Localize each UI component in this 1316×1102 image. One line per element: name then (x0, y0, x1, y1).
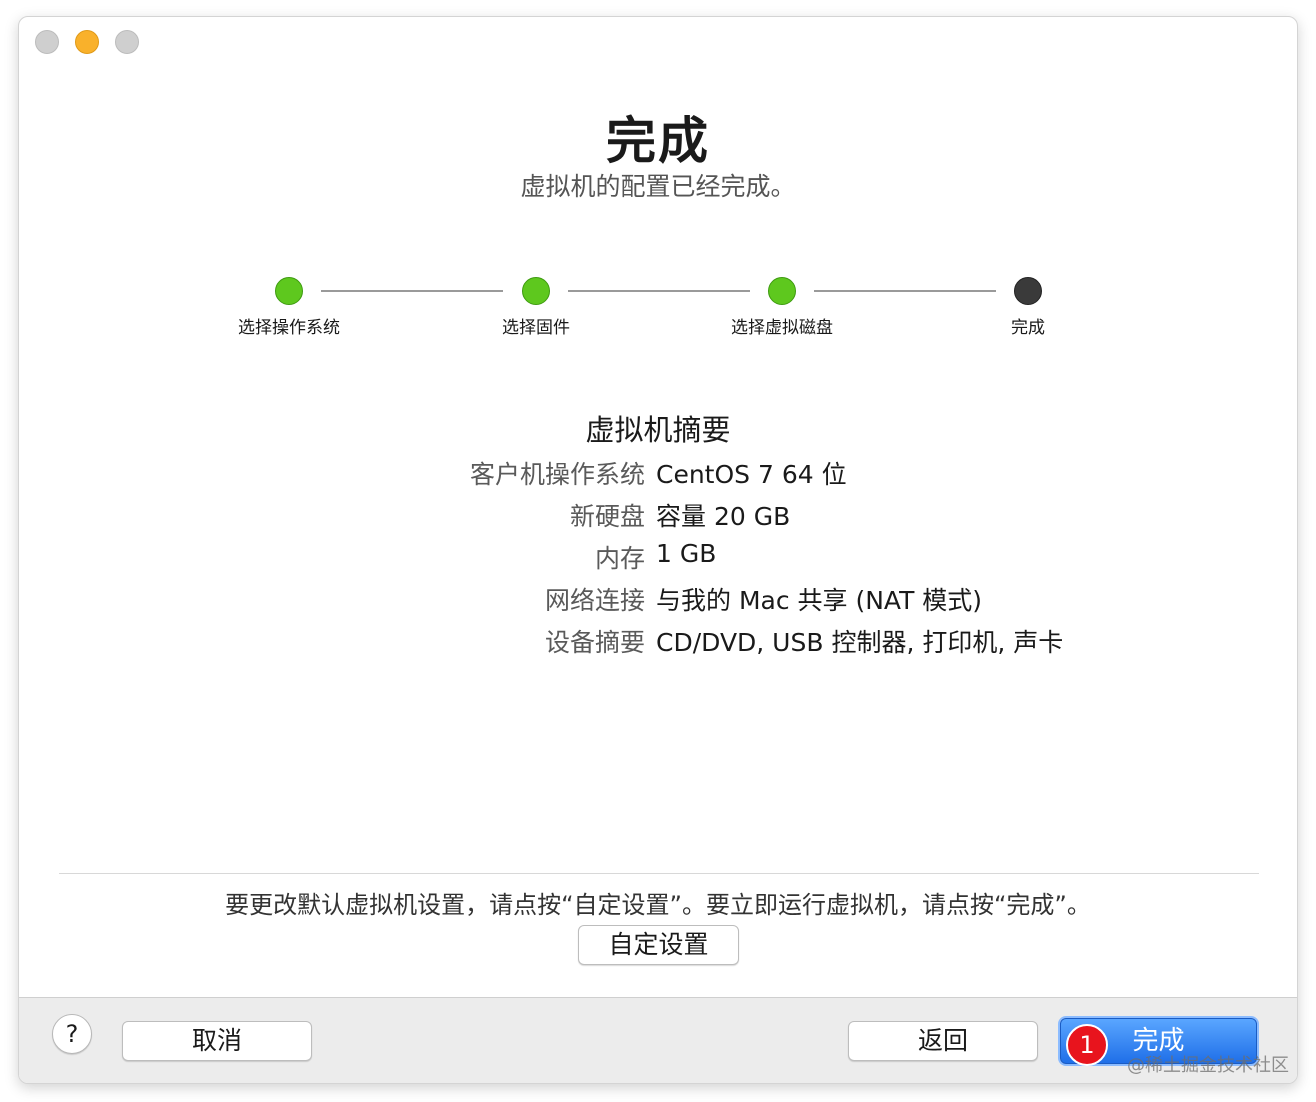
step-done-indicator (522, 277, 550, 305)
step-done-indicator (768, 277, 796, 305)
step-label: 选择操作系统 (238, 318, 340, 338)
dialog-window: 完成 虚拟机的配置已经完成。 选择操作系统 选择固件 选择虚拟磁盘 完成 虚拟机… (18, 16, 1298, 1084)
summary-key: 新硬盘 (569, 502, 645, 531)
annotation-badge: 1 (1066, 1024, 1108, 1066)
help-button[interactable]: ? (52, 1014, 92, 1054)
window-minimize-button[interactable] (75, 30, 99, 54)
summary-value: CD/DVD, USB 控制器, 打印机, 声卡 (656, 628, 1064, 657)
step-done-indicator (275, 277, 303, 305)
customize-settings-button[interactable]: 自定设置 (578, 925, 739, 965)
footer-bar: ? 取消 返回 完成 1 @稀土掘金技术社区 (19, 997, 1297, 1083)
summary-key: 内存 (594, 544, 645, 573)
step-label: 选择固件 (502, 318, 570, 338)
window-zoom-button[interactable] (115, 30, 139, 54)
summary-key: 设备摘要 (544, 628, 645, 657)
step-label: 完成 (1011, 318, 1045, 338)
summary-title: 虚拟机摘要 (585, 413, 731, 447)
watermark: @稀土掘金技术社区 (1127, 1055, 1289, 1076)
summary-row-devices: 设备摘要 CD/DVD, USB 控制器, 打印机, 声卡 (19, 623, 1297, 663)
step-select-os: 选择操作系统 (189, 275, 389, 338)
summary-value: CentOS 7 64 位 (656, 460, 847, 489)
summary-value: 1 GB (656, 539, 717, 568)
back-button[interactable]: 返回 (848, 1021, 1038, 1061)
step-current-indicator (1014, 277, 1042, 305)
summary-value: 与我的 Mac 共享 (NAT 模式) (656, 586, 983, 615)
divider (59, 873, 1259, 874)
summary-key: 客户机操作系统 (469, 460, 645, 489)
page-subtitle: 虚拟机的配置已经完成。 (520, 172, 796, 201)
wizard-stepper: 选择操作系统 选择固件 选择虚拟磁盘 完成 (19, 275, 1297, 355)
summary-row-guest-os: 客户机操作系统 CentOS 7 64 位 (19, 455, 1297, 495)
hint-text: 要更改默认虚拟机设置，请点按“自定设置”。要立即运行虚拟机，请点按“完成”。 (225, 891, 1091, 919)
summary-value: 容量 20 GB (656, 502, 791, 531)
step-finish: 完成 (928, 275, 1128, 338)
cancel-button[interactable]: 取消 (122, 1021, 312, 1061)
summary-row-network: 网络连接 与我的 Mac 共享 (NAT 模式) (19, 581, 1297, 621)
summary-row-disk: 新硬盘 容量 20 GB (19, 497, 1297, 537)
page-title: 完成 (606, 112, 710, 170)
step-select-firmware: 选择固件 (436, 275, 636, 338)
window-close-button[interactable] (35, 30, 59, 54)
step-select-disk: 选择虚拟磁盘 (682, 275, 882, 338)
summary-row-memory: 内存 1 GB (19, 539, 1297, 579)
step-label: 选择虚拟磁盘 (731, 318, 833, 338)
summary-key: 网络连接 (544, 586, 645, 615)
